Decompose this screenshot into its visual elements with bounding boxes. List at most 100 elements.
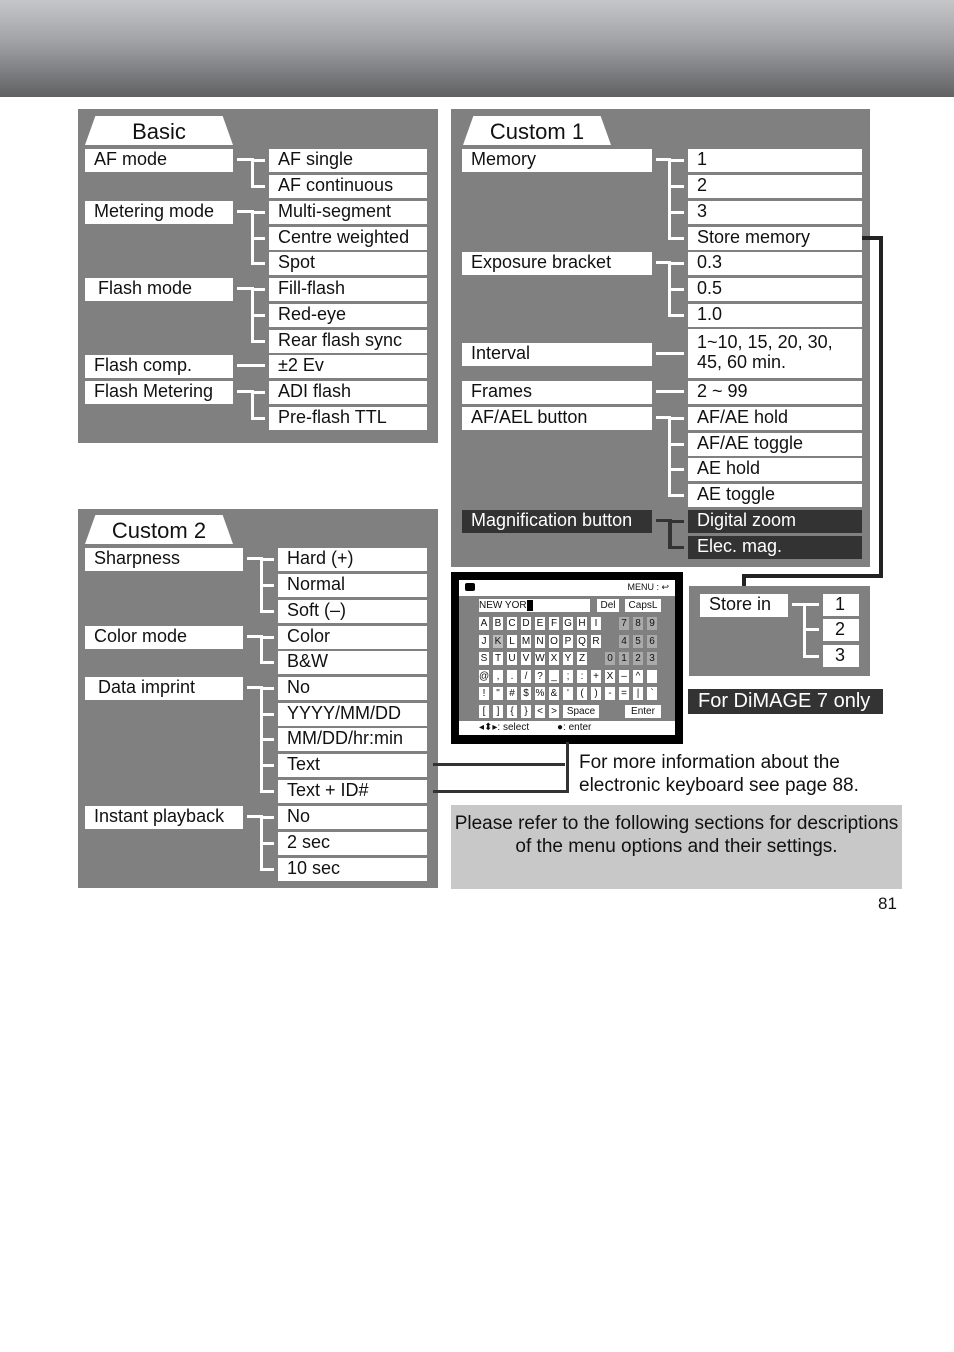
- keyboard-key[interactable]: Y: [563, 652, 573, 665]
- keyboard-key[interactable]: A: [479, 617, 489, 630]
- store-in-option[interactable]: 2: [823, 619, 859, 641]
- keyboard-key[interactable]: O: [549, 634, 559, 648]
- keyboard-key[interactable]: 5: [633, 634, 643, 648]
- keyboard-key[interactable]: ): [591, 687, 601, 700]
- keyboard-key[interactable]: }: [521, 704, 531, 718]
- custom2-option[interactable]: B&W: [278, 651, 427, 674]
- custom1-option[interactable]: 1.0: [688, 304, 862, 327]
- keyboard-key[interactable]: R: [591, 634, 601, 648]
- custom1-option[interactable]: Elec. mag.: [688, 536, 862, 559]
- keyboard-key[interactable]: D: [521, 617, 531, 630]
- custom1-option[interactable]: 1: [688, 149, 862, 172]
- keyboard-key[interactable]: ;: [563, 669, 573, 683]
- keyboard-key[interactable]: H: [577, 617, 587, 630]
- custom2-option[interactable]: No: [278, 806, 427, 829]
- keyboard-key[interactable]: 1: [619, 652, 629, 665]
- basic-option[interactable]: Pre-flash TTL: [269, 407, 427, 430]
- custom2-option[interactable]: Text: [278, 754, 427, 777]
- keyboard-key[interactable]: ,: [493, 669, 503, 683]
- store-in-option[interactable]: 3: [823, 645, 859, 667]
- custom1-option[interactable]: 3: [688, 201, 862, 224]
- basic-option[interactable]: AF continuous: [269, 175, 427, 198]
- custom2-option[interactable]: No: [278, 677, 427, 700]
- custom1-option[interactable]: 0.3: [688, 252, 862, 275]
- keyboard-key[interactable]: #: [507, 687, 517, 700]
- keyboard-key[interactable]: T: [493, 652, 503, 665]
- keyboard-key[interactable]: {: [507, 704, 517, 718]
- custom2-option[interactable]: Text + ID#: [278, 780, 427, 803]
- keyboard-key[interactable]: Q: [577, 634, 587, 648]
- custom2-option[interactable]: Hard (+): [278, 548, 427, 571]
- custom1-option[interactable]: 1~10, 15, 20, 30, 45, 60 min.: [688, 329, 862, 378]
- keyboard-key[interactable]: (: [577, 687, 587, 700]
- custom2-option[interactable]: Color: [278, 626, 427, 649]
- keyboard-key[interactable]: 9: [647, 617, 657, 630]
- keyboard-key[interactable]: ^: [633, 669, 643, 683]
- basic-option[interactable]: Spot: [269, 252, 427, 275]
- space-key[interactable]: Space: [563, 705, 599, 718]
- keyboard-key[interactable]: <: [535, 704, 545, 718]
- keyboard-key[interactable]: U: [507, 652, 517, 665]
- keyboard-key[interactable]: =: [619, 687, 629, 700]
- keyboard-key[interactable]: |: [633, 687, 643, 700]
- basic-option[interactable]: Red-eye: [269, 304, 427, 327]
- keyboard-key[interactable]: X: [549, 652, 559, 665]
- keyboard-key[interactable]: 6: [647, 634, 657, 648]
- keyboard-key[interactable]: -: [605, 687, 615, 700]
- custom2-option[interactable]: Normal: [278, 574, 427, 597]
- custom2-option[interactable]: 10 sec: [278, 858, 427, 881]
- keyboard-key[interactable]: ]: [493, 704, 503, 718]
- keyboard-key[interactable]: E: [535, 617, 545, 630]
- enter-key[interactable]: Enter: [625, 705, 661, 718]
- keyboard-key[interactable]: X: [605, 669, 615, 683]
- keyboard-key[interactable]: @: [479, 669, 489, 683]
- store-in-option[interactable]: 1: [823, 594, 859, 616]
- custom1-option[interactable]: AF/AE hold: [688, 407, 862, 430]
- custom1-option[interactable]: 2 ~ 99: [688, 381, 862, 404]
- keyboard-key[interactable]: [: [479, 704, 489, 718]
- keyboard-key[interactable]: 8: [633, 617, 643, 630]
- keyboard-key[interactable]: +: [591, 669, 601, 683]
- keyboard-key[interactable]: 0: [605, 652, 615, 665]
- custom1-option[interactable]: Store memory: [688, 227, 862, 250]
- keyboard-key[interactable]: _: [549, 669, 559, 683]
- keyboard-key[interactable]: I: [591, 617, 601, 630]
- keyboard-key[interactable]: 2: [633, 652, 643, 665]
- keyboard-key[interactable]: L: [507, 634, 517, 648]
- keyboard-key[interactable]: N: [535, 634, 545, 648]
- custom2-option[interactable]: Soft (–): [278, 600, 427, 623]
- keyboard-key[interactable]: G: [563, 617, 573, 630]
- basic-option[interactable]: Rear flash sync: [269, 330, 427, 353]
- basic-option[interactable]: Multi-segment: [269, 201, 427, 224]
- keyboard-key[interactable]: 3: [647, 652, 657, 665]
- keyboard-key[interactable]: S: [479, 652, 489, 665]
- keyboard-key[interactable]: V: [521, 652, 531, 665]
- custom2-option[interactable]: 2 sec: [278, 832, 427, 855]
- basic-option[interactable]: ±2 Ev: [269, 355, 427, 378]
- basic-option[interactable]: ADI flash: [269, 381, 427, 404]
- keyboard-key[interactable]: [647, 669, 657, 683]
- keyboard-key[interactable]: !: [479, 687, 489, 700]
- basic-option[interactable]: Fill-flash: [269, 278, 427, 301]
- keyboard-key[interactable]: $: [521, 687, 531, 700]
- keyboard-key[interactable]: ?: [535, 669, 545, 683]
- keyboard-key[interactable]: K: [493, 634, 503, 648]
- del-key[interactable]: Del: [597, 599, 619, 612]
- keyboard-key[interactable]: ': [563, 687, 573, 700]
- basic-option[interactable]: AF single: [269, 149, 427, 172]
- keyboard-key[interactable]: C: [507, 617, 517, 630]
- keyboard-key[interactable]: >: [549, 704, 559, 718]
- keyboard-key[interactable]: M: [521, 634, 531, 648]
- keyboard-key[interactable]: W: [535, 652, 545, 665]
- custom1-option[interactable]: 0.5: [688, 278, 862, 301]
- custom1-option[interactable]: AF/AE toggle: [688, 433, 862, 456]
- keyboard-key[interactable]: –: [619, 669, 629, 683]
- keyboard-key[interactable]: .: [507, 669, 517, 683]
- caps-key[interactable]: CapsL: [625, 599, 661, 612]
- keyboard-key[interactable]: &: [549, 687, 559, 700]
- text-input[interactable]: NEW YOR: [479, 599, 590, 612]
- keyboard-key[interactable]: 7: [619, 617, 629, 630]
- keyboard-key[interactable]: `: [647, 687, 657, 700]
- custom1-option[interactable]: Digital zoom: [688, 510, 862, 533]
- keyboard-key[interactable]: /: [521, 669, 531, 683]
